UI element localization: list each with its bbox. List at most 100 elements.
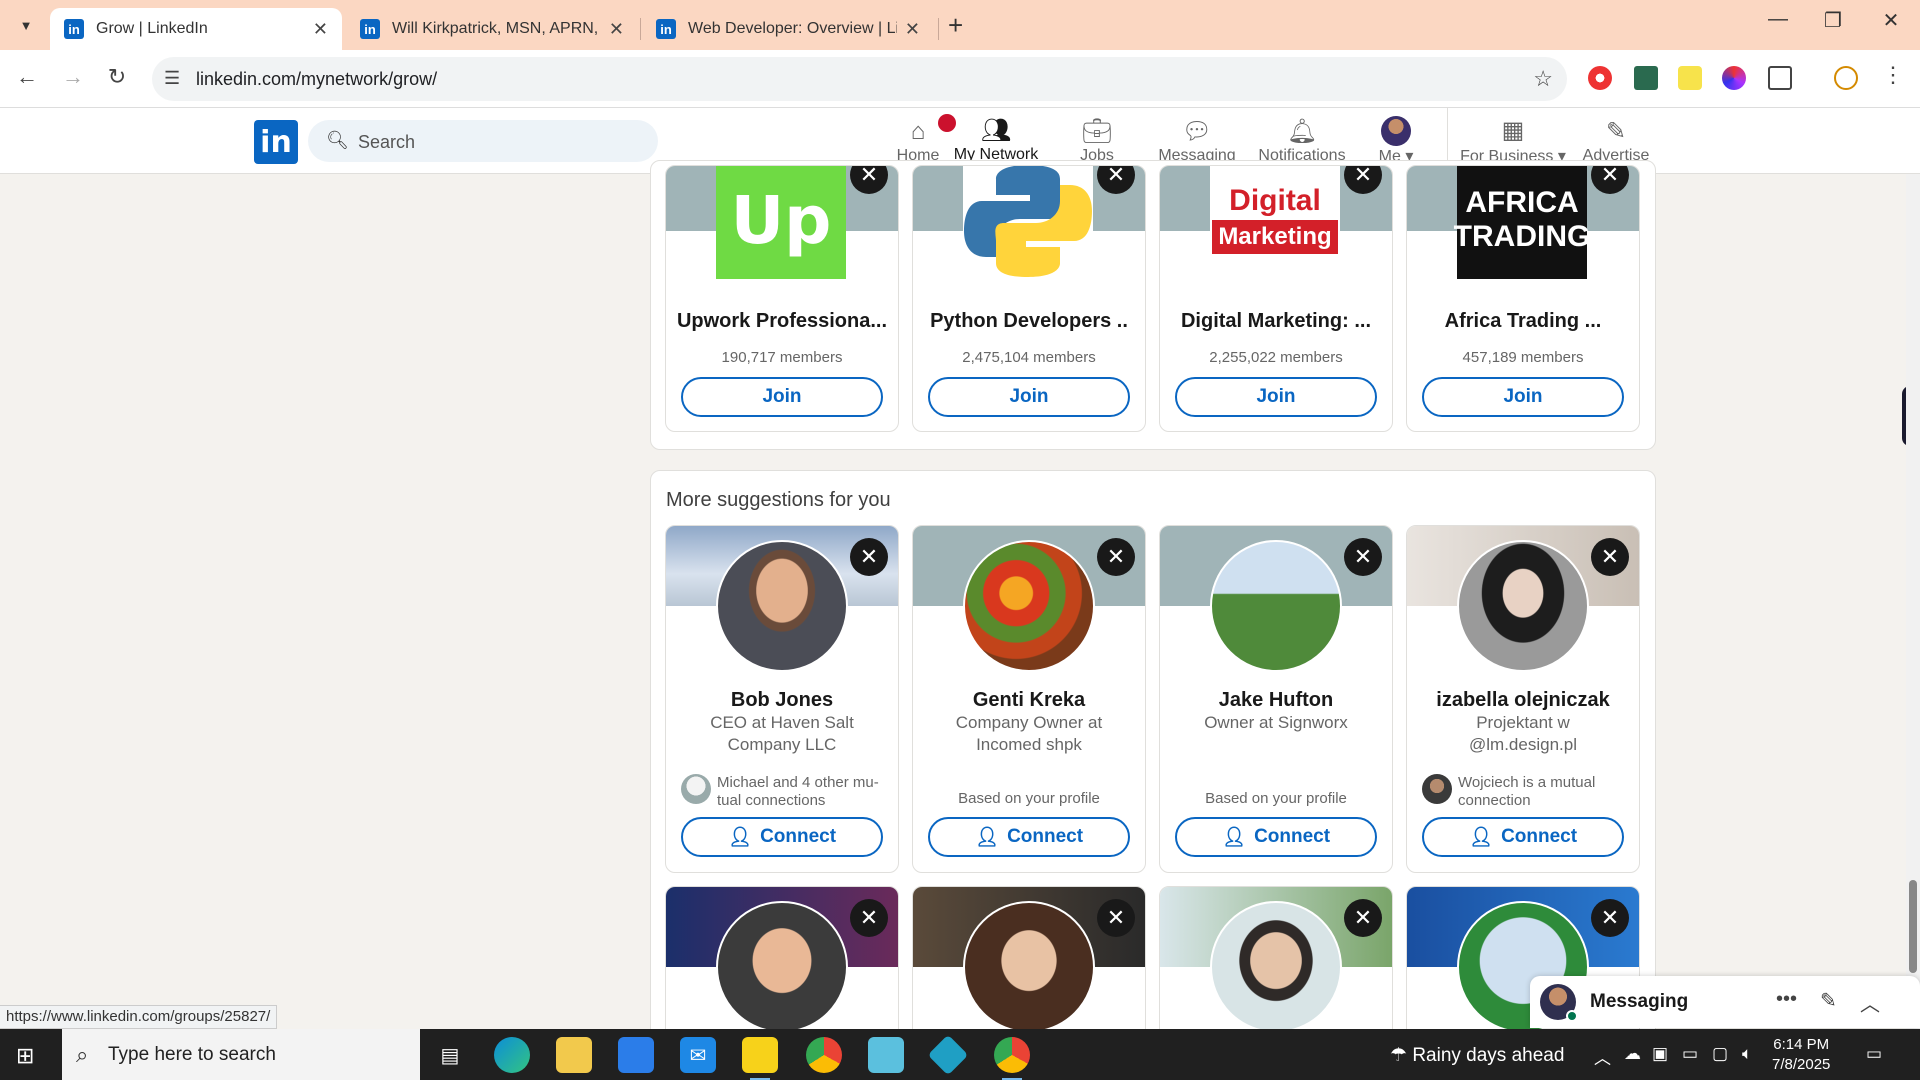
chevron-up-icon[interactable]: ︿ bbox=[1860, 988, 1880, 1017]
extension-star-icon[interactable] bbox=[1678, 66, 1702, 90]
extension-color-icon[interactable] bbox=[1722, 66, 1746, 90]
tab-grow-linkedin[interactable]: in Grow | LinkedIn ✕ bbox=[50, 8, 342, 50]
avatar[interactable] bbox=[963, 901, 1095, 1033]
chrome-icon[interactable] bbox=[806, 1037, 842, 1073]
group-name[interactable]: Africa Trading ... bbox=[1407, 310, 1639, 333]
security-icon[interactable]: ▣ bbox=[1652, 1044, 1668, 1064]
dismiss-close-icon[interactable]: ✕ bbox=[1591, 538, 1629, 576]
volume-icon[interactable]: 🔈︎ bbox=[1742, 1044, 1752, 1064]
url-text[interactable]: linkedin.com/mynetwork/grow/ bbox=[196, 69, 437, 90]
join-button[interactable]: Join bbox=[1175, 377, 1377, 417]
task-view-icon[interactable]: ▤ bbox=[432, 1037, 468, 1073]
page-scrollbar[interactable] bbox=[1906, 174, 1920, 1029]
back-button[interactable]: ← bbox=[12, 64, 42, 90]
extension-wallet-icon[interactable] bbox=[1634, 66, 1658, 90]
store-icon[interactable] bbox=[618, 1037, 654, 1073]
network-icon[interactable]: ▢ bbox=[1712, 1044, 1728, 1064]
app-icon[interactable] bbox=[868, 1037, 904, 1073]
group-tile[interactable]: ✕ Up Upwork Professiona... 190,717 membe… bbox=[665, 165, 899, 432]
extension-pokeball-icon[interactable] bbox=[1588, 66, 1612, 90]
group-name[interactable]: Digital Marketing: ... bbox=[1160, 310, 1392, 333]
system-clock[interactable]: 6:14 PM 7/8/2025 bbox=[1772, 1035, 1830, 1075]
profile-icon[interactable] bbox=[1834, 66, 1858, 90]
linkedin-logo[interactable]: in bbox=[254, 120, 298, 164]
more-options-icon[interactable]: ••• bbox=[1776, 988, 1797, 1011]
person-tile[interactable]: ✕ bbox=[912, 886, 1146, 1046]
person-name[interactable]: Genti Kreka bbox=[913, 689, 1145, 712]
avatar[interactable] bbox=[716, 540, 848, 672]
sticky-notes-icon[interactable] bbox=[742, 1037, 778, 1080]
taskbar-search[interactable]: ⌕ Type here to search bbox=[62, 1029, 420, 1080]
minimize-button[interactable]: — bbox=[1755, 8, 1801, 31]
new-tab-button[interactable]: + bbox=[948, 10, 963, 41]
search-input[interactable]: 🔍︎ Search bbox=[308, 120, 658, 162]
messaging-title[interactable]: Messaging bbox=[1590, 991, 1688, 1013]
avatar[interactable] bbox=[1210, 901, 1342, 1033]
forward-button[interactable]: → bbox=[58, 64, 88, 90]
windows-start-icon[interactable]: ⊞ bbox=[16, 1043, 34, 1069]
messaging-overlay[interactable]: Messaging ••• ✎ ︿ bbox=[1530, 976, 1920, 1028]
mutual-avatar bbox=[1422, 774, 1452, 804]
close-window-button[interactable]: ✕ bbox=[1868, 8, 1914, 33]
tab-web-developer[interactable]: in Web Developer: Overview | Link ✕ bbox=[642, 8, 934, 50]
avatar[interactable] bbox=[716, 901, 848, 1033]
person-tile[interactable]: ✕ Bob Jones CEO at Haven Salt Company LL… bbox=[665, 525, 899, 873]
person-name[interactable]: Bob Jones bbox=[666, 689, 898, 712]
group-name[interactable]: Upwork Professiona... bbox=[666, 310, 898, 333]
dismiss-close-icon[interactable]: ✕ bbox=[850, 538, 888, 576]
connect-button[interactable]: 👤︎ Connect bbox=[1175, 817, 1377, 857]
scrollbar-thumb[interactable] bbox=[1909, 880, 1917, 973]
connect-button[interactable]: 👤︎ Connect bbox=[1422, 817, 1624, 857]
dismiss-close-icon[interactable]: ✕ bbox=[1344, 899, 1382, 937]
connect-button[interactable]: 👤︎ Connect bbox=[681, 817, 883, 857]
group-tile[interactable]: ✕ Python Developers .. 2,475,104 members… bbox=[912, 165, 1146, 432]
dismiss-close-icon[interactable]: ✕ bbox=[1344, 538, 1382, 576]
bookmark-star-icon[interactable]: ☆ bbox=[1533, 66, 1553, 92]
connect-button[interactable]: 👤︎ Connect bbox=[928, 817, 1130, 857]
chevron-up-icon[interactable]: ︿ bbox=[1594, 1044, 1611, 1069]
edge-icon[interactable] bbox=[494, 1037, 530, 1073]
person-tile[interactable]: ✕ izabella olejniczak Projektant w @lm.d… bbox=[1406, 525, 1640, 873]
notification-center-icon[interactable]: ▭ bbox=[1866, 1044, 1882, 1064]
person-tile[interactable]: ✕ bbox=[1159, 886, 1393, 1046]
tab-search-dropdown[interactable]: ▼ bbox=[8, 8, 44, 42]
tab-title: Will Kirkpatrick, MSN, APRN, FN bbox=[392, 20, 601, 37]
dismiss-close-icon[interactable]: ✕ bbox=[1097, 899, 1135, 937]
avatar[interactable] bbox=[1210, 540, 1342, 672]
site-info-icon[interactable]: ☰ bbox=[164, 68, 180, 89]
address-bar[interactable]: ☰ linkedin.com/mynetwork/grow/ ☆ bbox=[152, 57, 1567, 101]
app-diamond-icon[interactable] bbox=[927, 1034, 969, 1076]
dismiss-close-icon[interactable]: ✕ bbox=[850, 899, 888, 937]
group-name[interactable]: Python Developers .. bbox=[913, 310, 1145, 333]
group-tile[interactable]: ✕ AFRICA TRADING Africa Trading ... 457,… bbox=[1406, 165, 1640, 432]
battery-icon[interactable]: ▭ bbox=[1682, 1044, 1698, 1064]
restore-button[interactable]: ❐ bbox=[1810, 8, 1856, 33]
close-tab-icon[interactable]: ✕ bbox=[609, 19, 624, 40]
join-button[interactable]: Join bbox=[928, 377, 1130, 417]
clock-date: 7/8/2025 bbox=[1772, 1056, 1831, 1073]
reload-button[interactable]: ↻ bbox=[102, 64, 132, 90]
person-name[interactable]: Jake Hufton bbox=[1160, 689, 1392, 712]
group-tile[interactable]: ✕ Digital Marketing Digital Marketing: .… bbox=[1159, 165, 1393, 432]
person-tile[interactable]: ✕ bbox=[665, 886, 899, 1046]
close-tab-icon[interactable]: ✕ bbox=[905, 19, 920, 40]
extensions-puzzle-icon[interactable] bbox=[1768, 66, 1792, 90]
dismiss-close-icon[interactable]: ✕ bbox=[1591, 899, 1629, 937]
avatar[interactable] bbox=[1457, 540, 1589, 672]
person-tile[interactable]: ✕ Jake Hufton Owner at Signworx Based on… bbox=[1159, 525, 1393, 873]
tab-will-kirkpatrick[interactable]: in Will Kirkpatrick, MSN, APRN, FN ✕ bbox=[346, 8, 638, 50]
weather-widget[interactable]: ☂ Rainy days ahead bbox=[1390, 1044, 1564, 1067]
join-button[interactable]: Join bbox=[1422, 377, 1624, 417]
close-tab-icon[interactable]: ✕ bbox=[313, 19, 328, 40]
onedrive-icon[interactable]: ☁ bbox=[1624, 1044, 1641, 1064]
compose-icon[interactable]: ✎ bbox=[1820, 988, 1837, 1013]
mail-icon[interactable]: ✉ bbox=[680, 1037, 716, 1073]
person-name[interactable]: izabella olejniczak bbox=[1407, 689, 1639, 712]
avatar[interactable] bbox=[963, 540, 1095, 672]
file-explorer-icon[interactable] bbox=[556, 1037, 592, 1073]
dismiss-close-icon[interactable]: ✕ bbox=[1097, 538, 1135, 576]
person-tile[interactable]: ✕ Genti Kreka Company Owner at Incomed s… bbox=[912, 525, 1146, 873]
chrome-active-icon[interactable] bbox=[994, 1037, 1030, 1080]
browser-menu-icon[interactable]: ⋮ bbox=[1878, 62, 1908, 88]
join-button[interactable]: Join bbox=[681, 377, 883, 417]
